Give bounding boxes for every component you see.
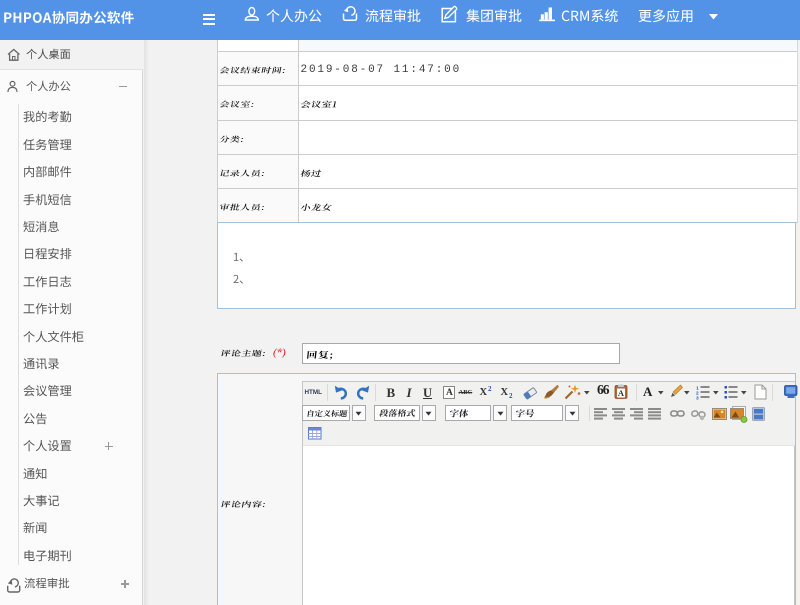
svg-text:3: 3 [696,396,699,402]
svg-text:A: A [618,388,625,398]
